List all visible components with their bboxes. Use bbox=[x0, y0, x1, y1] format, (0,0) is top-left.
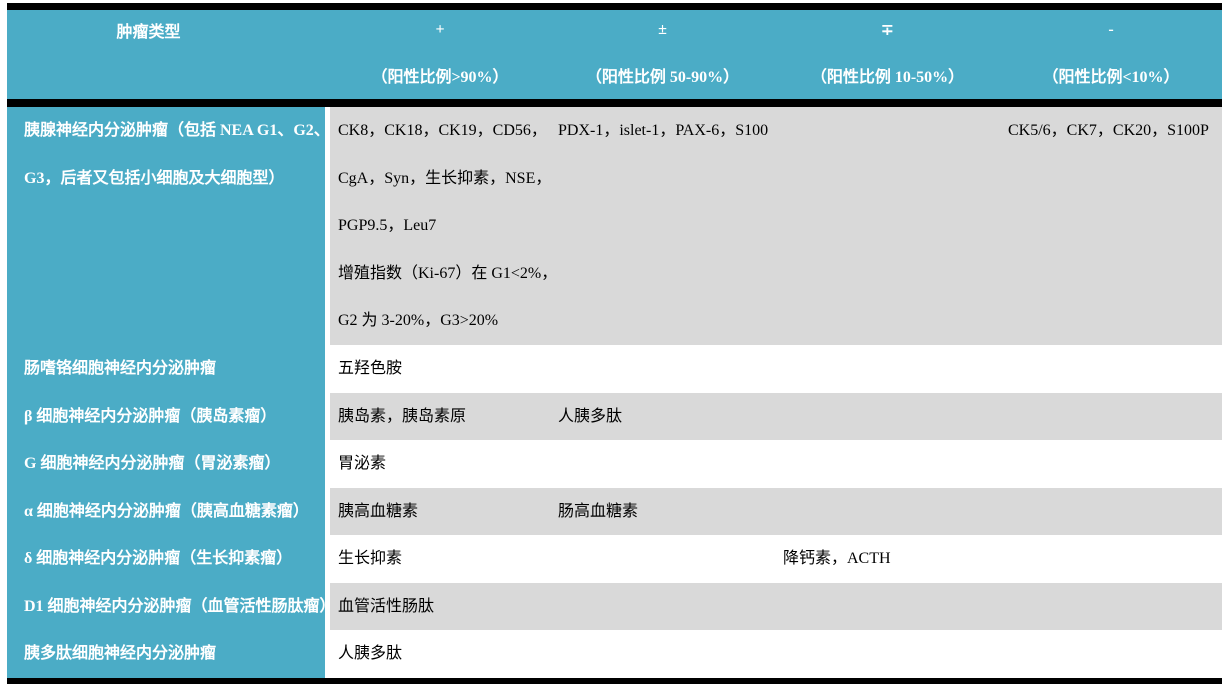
header-cell-negative: - （阳性比例<10%） bbox=[1000, 10, 1222, 107]
document-page: 肿瘤类型 + （阳性比例>90%） ± （阳性比例 50-90%） ∓ （阳性比… bbox=[0, 0, 1226, 684]
marker-cell-minus bbox=[1000, 345, 1222, 393]
minus-plus-ratio-label: （阳性比例 10-50%） bbox=[775, 50, 1000, 99]
marker-cell-minus-plus bbox=[775, 583, 1000, 631]
plus-minus-symbol: ± bbox=[550, 10, 775, 50]
header-cell-plus-minus: ± （阳性比例 50-90%） bbox=[550, 10, 775, 107]
marker-cell-minus-plus bbox=[775, 440, 1000, 488]
marker-cell-plus: 生长抑素 bbox=[330, 535, 550, 583]
marker-cell-plus: 血管活性肠肽 bbox=[330, 583, 550, 631]
header-tumor-type-label: 肿瘤类型 bbox=[7, 10, 330, 50]
marker-cell-plus: 胰高血糖素 bbox=[330, 488, 550, 536]
marker-cell-minus bbox=[1000, 393, 1222, 441]
ihc-table-frame: 肿瘤类型 + （阳性比例>90%） ± （阳性比例 50-90%） ∓ （阳性比… bbox=[7, 3, 1222, 684]
marker-cell-plus: 胃泌素 bbox=[330, 440, 550, 488]
marker-cell-minus bbox=[1000, 488, 1222, 536]
marker-cell-minus-plus bbox=[775, 488, 1000, 536]
marker-cell-minus-plus bbox=[775, 107, 1000, 345]
header-cell-positive: + （阳性比例>90%） bbox=[330, 10, 550, 107]
marker-cell-plus: 胰岛素，胰岛素原 bbox=[330, 393, 550, 441]
marker-cell-plus-minus: 人胰多肽 bbox=[550, 393, 775, 441]
header-tumor-type-sub bbox=[7, 50, 330, 99]
tumor-type-cell: β 细胞神经内分泌肿瘤（胰岛素瘤） bbox=[7, 393, 330, 441]
marker-cell-minus bbox=[1000, 535, 1222, 583]
table-row: 胰多肽细胞神经内分泌肿瘤 人胰多肽 bbox=[7, 630, 1222, 678]
marker-cell-minus bbox=[1000, 440, 1222, 488]
header-row: 肿瘤类型 + （阳性比例>90%） ± （阳性比例 50-90%） ∓ （阳性比… bbox=[7, 10, 1222, 107]
marker-cell-plus-minus bbox=[550, 440, 775, 488]
marker-cell-plus-minus bbox=[550, 345, 775, 393]
marker-cell-plus: CK8，CK18，CK19，CD56， CgA，Syn，生长抑素，NSE， PG… bbox=[330, 107, 550, 345]
table-row: 胰腺神经内分泌肿瘤（包括 NEA G1、G2、 G3，后者又包括小细胞及大细胞型… bbox=[7, 107, 1222, 345]
table-row: 肠嗜铬细胞神经内分泌肿瘤 五羟色胺 bbox=[7, 345, 1222, 393]
table-row: β 细胞神经内分泌肿瘤（胰岛素瘤） 胰岛素，胰岛素原 人胰多肽 bbox=[7, 393, 1222, 441]
negative-ratio-label: （阳性比例<10%） bbox=[1000, 50, 1222, 99]
marker-cell-plus: 五羟色胺 bbox=[330, 345, 550, 393]
marker-cell-minus-plus bbox=[775, 393, 1000, 441]
minus-symbol: - bbox=[1000, 10, 1222, 50]
table-row: α 细胞神经内分泌肿瘤（胰高血糖素瘤） 胰高血糖素 肠高血糖素 bbox=[7, 488, 1222, 536]
positive-ratio-label: （阳性比例>90%） bbox=[330, 50, 550, 99]
marker-cell-plus-minus bbox=[550, 535, 775, 583]
table-row: δ 细胞神经内分泌肿瘤（生长抑素瘤） 生长抑素 降钙素，ACTH bbox=[7, 535, 1222, 583]
plus-symbol: + bbox=[330, 10, 550, 50]
table-header: 肿瘤类型 + （阳性比例>90%） ± （阳性比例 50-90%） ∓ （阳性比… bbox=[7, 10, 1222, 107]
tumor-type-cell: G 细胞神经内分泌肿瘤（胃泌素瘤） bbox=[7, 440, 330, 488]
marker-cell-plus-minus bbox=[550, 583, 775, 631]
header-cell-tumor-type: 肿瘤类型 bbox=[7, 10, 330, 107]
minus-plus-symbol: ∓ bbox=[775, 10, 1000, 50]
marker-cell-plus: 人胰多肽 bbox=[330, 630, 550, 678]
table-row: D1 细胞神经内分泌肿瘤（血管活性肠肽瘤） 血管活性肠肽 bbox=[7, 583, 1222, 631]
marker-cell-plus-minus: PDX-1，islet-1，PAX-6，S100 bbox=[550, 107, 775, 345]
ihc-marker-table: 肿瘤类型 + （阳性比例>90%） ± （阳性比例 50-90%） ∓ （阳性比… bbox=[7, 10, 1222, 678]
tumor-type-cell: α 细胞神经内分泌肿瘤（胰高血糖素瘤） bbox=[7, 488, 330, 536]
marker-cell-minus bbox=[1000, 583, 1222, 631]
tumor-type-cell: δ 细胞神经内分泌肿瘤（生长抑素瘤） bbox=[7, 535, 330, 583]
table-row: G 细胞神经内分泌肿瘤（胃泌素瘤） 胃泌素 bbox=[7, 440, 1222, 488]
marker-cell-minus-plus bbox=[775, 345, 1000, 393]
table-body: 胰腺神经内分泌肿瘤（包括 NEA G1、G2、 G3，后者又包括小细胞及大细胞型… bbox=[7, 107, 1222, 678]
marker-cell-plus-minus bbox=[550, 630, 775, 678]
marker-cell-minus-plus bbox=[775, 630, 1000, 678]
tumor-type-cell: 肠嗜铬细胞神经内分泌肿瘤 bbox=[7, 345, 330, 393]
marker-cell-minus-plus: 降钙素，ACTH bbox=[775, 535, 1000, 583]
marker-cell-plus-minus: 肠高血糖素 bbox=[550, 488, 775, 536]
header-cell-minus-plus: ∓ （阳性比例 10-50%） bbox=[775, 10, 1000, 107]
marker-cell-minus bbox=[1000, 630, 1222, 678]
tumor-type-cell: D1 细胞神经内分泌肿瘤（血管活性肠肽瘤） bbox=[7, 583, 330, 631]
tumor-type-cell: 胰腺神经内分泌肿瘤（包括 NEA G1、G2、 G3，后者又包括小细胞及大细胞型… bbox=[7, 107, 330, 345]
tumor-type-cell: 胰多肽细胞神经内分泌肿瘤 bbox=[7, 630, 330, 678]
marker-cell-minus: CK5/6，CK7，CK20，S100P bbox=[1000, 107, 1222, 345]
plus-minus-ratio-label: （阳性比例 50-90%） bbox=[550, 50, 775, 99]
